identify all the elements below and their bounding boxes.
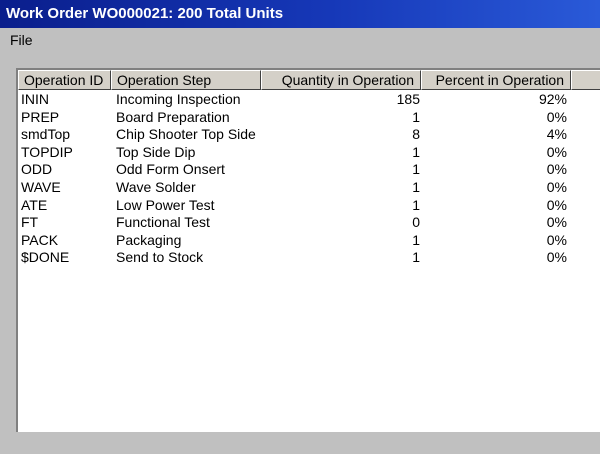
percent-cell: 4% (546, 126, 567, 143)
percent-cell: 0% (546, 214, 567, 231)
operation-id-cell: FT (21, 214, 39, 231)
operations-list[interactable]: Operation ID Operation Step Quantity in … (16, 68, 600, 432)
percent-cell: 0% (546, 249, 567, 266)
list-rows: ININ Incoming Inspection 185 92% PREP Bo… (18, 91, 600, 267)
operation-step-cell: Send to Stock (116, 249, 204, 266)
quantity-cell: 1 (412, 196, 420, 213)
percent-cell: 0% (546, 161, 567, 178)
table-row[interactable]: FT Functional Test 0 0% (18, 214, 600, 232)
quantity-cell: 185 (396, 91, 420, 107)
operation-id-cell: $DONE (21, 249, 70, 266)
column-header-quantity[interactable]: Quantity in Operation (261, 70, 421, 90)
percent-cell: 0% (546, 143, 567, 160)
table-row[interactable]: ININ Incoming Inspection 185 92% (18, 91, 600, 109)
column-header-percent[interactable]: Percent in Operation (421, 70, 571, 90)
table-row[interactable]: ODD Odd Form Onsert 1 0% (18, 161, 600, 179)
table-row[interactable]: $DONE Send to Stock 1 0% (18, 249, 600, 267)
menu-bar: File (0, 28, 600, 52)
percent-cell: 92% (538, 91, 567, 107)
quantity-cell: 1 (412, 178, 420, 195)
quantity-cell: 1 (412, 231, 420, 248)
operation-id-cell: PACK (21, 231, 59, 248)
percent-cell: 0% (546, 231, 567, 248)
table-row[interactable]: smdTop Chip Shooter Top Side 8 4% (18, 126, 600, 144)
table-row[interactable]: PREP Board Preparation 1 0% (18, 109, 600, 127)
column-header-operation-id[interactable]: Operation ID (18, 70, 111, 90)
quantity-cell: 1 (412, 108, 420, 125)
table-row[interactable]: PACK Packaging 1 0% (18, 232, 600, 250)
percent-cell: 0% (546, 196, 567, 213)
operation-step-cell: Incoming Inspection (116, 91, 241, 107)
window-title: Work Order WO000021: 200 Total Units (0, 0, 600, 28)
operation-step-cell: Functional Test (116, 214, 210, 231)
operation-id-cell: ODD (21, 161, 53, 178)
column-header-filler (571, 70, 600, 90)
quantity-cell: 1 (412, 249, 420, 266)
operation-step-cell: Low Power Test (116, 196, 215, 213)
operation-step-cell: Wave Solder (116, 178, 196, 195)
operation-id-cell: WAVE (21, 178, 61, 195)
quantity-cell: 0 (412, 214, 420, 231)
table-row[interactable]: TOPDIP Top Side Dip 1 0% (18, 144, 600, 162)
percent-cell: 0% (546, 178, 567, 195)
quantity-cell: 1 (412, 161, 420, 178)
operation-id-cell: ININ (21, 91, 49, 107)
operation-id-cell: TOPDIP (21, 143, 73, 160)
operation-id-cell: PREP (21, 108, 60, 125)
table-row[interactable]: ATE Low Power Test 1 0% (18, 197, 600, 215)
menu-file[interactable]: File (10, 28, 33, 52)
quantity-cell: 8 (412, 126, 420, 143)
operation-step-cell: Odd Form Onsert (116, 161, 225, 178)
percent-cell: 0% (546, 108, 567, 125)
status-bar (0, 432, 600, 454)
operation-step-cell: Chip Shooter Top Side (116, 126, 256, 143)
column-header-operation-step[interactable]: Operation Step (111, 70, 261, 90)
table-row[interactable]: WAVE Wave Solder 1 0% (18, 179, 600, 197)
operation-id-cell: smdTop (21, 126, 71, 143)
operation-step-cell: Board Preparation (116, 108, 230, 125)
operation-id-cell: ATE (21, 196, 48, 213)
operation-step-cell: Packaging (116, 231, 182, 248)
operation-step-cell: Top Side Dip (116, 143, 196, 160)
list-header: Operation ID Operation Step Quantity in … (18, 70, 600, 90)
quantity-cell: 1 (412, 143, 420, 160)
